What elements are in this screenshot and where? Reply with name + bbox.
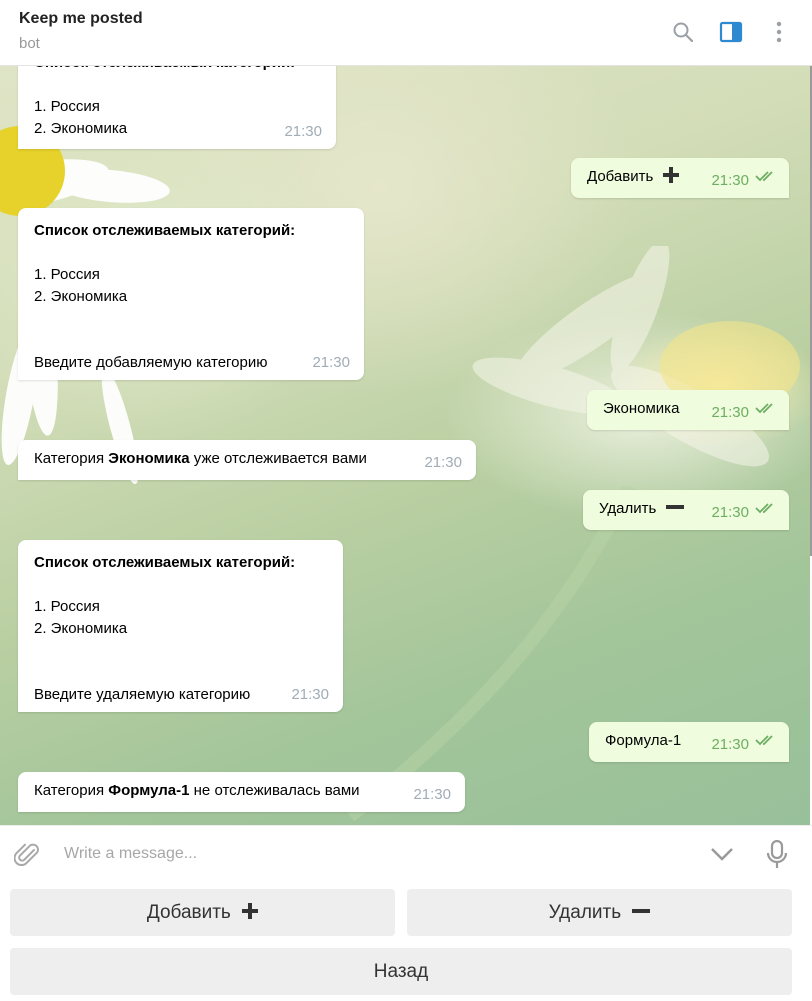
add-button[interactable]: Добавить xyxy=(10,889,395,936)
message-time: 21:30 xyxy=(424,454,462,471)
remove-button[interactable]: Удалить xyxy=(407,889,792,936)
message-composer: Write a message... xyxy=(0,825,812,881)
message-incoming[interactable]: Категория Формула-1 не отслеживалась вам… xyxy=(18,772,465,812)
category-name: Экономика xyxy=(108,450,190,467)
message-time: 21:30 xyxy=(711,736,749,753)
chat-header-overlay: Keep me posted bot xyxy=(0,0,812,66)
plus-icon xyxy=(663,167,680,190)
message-text: Формула-1 xyxy=(605,732,682,749)
message-text-suffix: уже отслеживается вами xyxy=(189,450,367,467)
message-time: 21:30 xyxy=(711,504,749,521)
double-check-icon xyxy=(755,731,777,753)
list-item: 1. Россия xyxy=(34,266,100,283)
list-item: 1. Россия xyxy=(34,598,100,615)
message-title: Список отслеживаемых категорий: xyxy=(34,222,296,239)
message-incoming[interactable]: Список отслеживаемых категорий: 1. Росси… xyxy=(18,208,364,380)
message-time: 21:30 xyxy=(312,354,350,371)
add-button-label: Добавить xyxy=(146,902,231,924)
message-outgoing[interactable]: Формула-1 21:30 xyxy=(589,722,789,762)
message-time: 21:30 xyxy=(711,172,749,189)
message-text: Экономика xyxy=(603,400,680,417)
message-text: Удалить xyxy=(599,500,657,517)
chat-subtitle: bot xyxy=(19,35,40,52)
double-check-icon xyxy=(755,399,777,421)
message-time: 21:30 xyxy=(711,404,749,421)
category-name: Формула-1 xyxy=(108,782,190,799)
back-button[interactable]: Назад xyxy=(10,948,792,995)
message-prompt: Введите удаляемую категорию xyxy=(34,686,251,703)
wallpaper-flower-right xyxy=(472,246,800,467)
message-time: 21:30 xyxy=(284,123,322,140)
message-input[interactable]: Write a message... xyxy=(64,845,197,863)
message-outgoing[interactable]: Экономика 21:30 xyxy=(587,390,789,430)
message-outgoing[interactable]: Добавить 21:30 xyxy=(571,158,789,198)
message-incoming[interactable]: Категория Экономика уже отслеживается ва… xyxy=(18,440,476,480)
list-item: 2. Экономика xyxy=(34,120,128,137)
message-prompt: Введите добавляемую категорию xyxy=(34,354,268,371)
double-check-icon xyxy=(755,167,777,189)
message-incoming[interactable]: Список отслеживаемых категорий: 1. Росси… xyxy=(18,540,343,712)
list-item: 2. Экономика xyxy=(34,288,128,305)
message-text-prefix: Категория xyxy=(34,450,109,467)
search-icon[interactable] xyxy=(671,20,695,44)
sidebar-toggle-icon[interactable] xyxy=(719,20,743,44)
message-text: Добавить xyxy=(587,168,654,185)
message-time: 21:30 xyxy=(291,686,329,703)
double-check-icon xyxy=(755,499,777,521)
message-time: 21:30 xyxy=(413,786,451,803)
list-item: 2. Экономика xyxy=(34,620,128,637)
message-text-prefix: Категория xyxy=(34,782,109,799)
message-title: Список отслеживаемых категорий: xyxy=(34,554,296,571)
list-item: 1. Россия xyxy=(34,98,100,115)
remove-button-label: Удалить xyxy=(548,902,622,924)
minus-icon xyxy=(632,890,651,937)
attach-icon[interactable] xyxy=(13,841,42,874)
microphone-icon[interactable] xyxy=(766,839,788,875)
back-button-label: Назад xyxy=(373,961,429,983)
message-text-suffix: не отслеживалась вами xyxy=(189,782,360,799)
plus-icon xyxy=(242,890,259,937)
chevron-down-icon[interactable] xyxy=(710,846,734,867)
minus-icon xyxy=(666,499,685,522)
more-icon[interactable] xyxy=(767,20,791,44)
message-outgoing[interactable]: Удалить 21:30 xyxy=(583,490,789,530)
chat-title[interactable]: Keep me posted xyxy=(19,10,143,28)
